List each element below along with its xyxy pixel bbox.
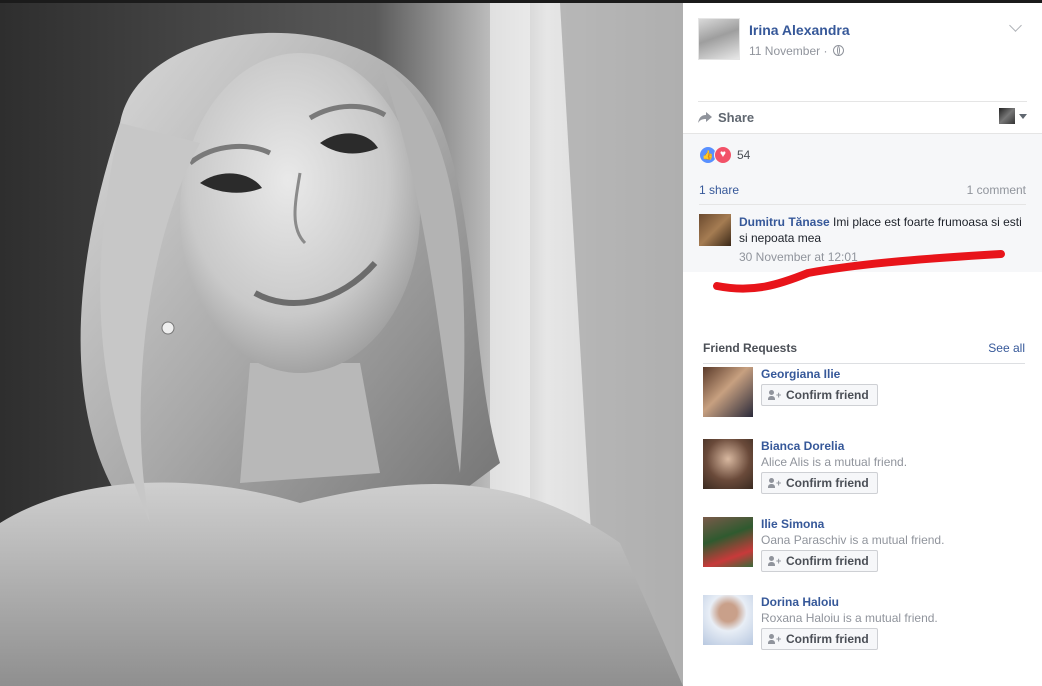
comment-author-name[interactable]: Dumitru Tănase <box>739 215 830 229</box>
share-button[interactable]: Share <box>698 110 754 125</box>
confirm-friend-label: Confirm friend <box>786 554 869 568</box>
add-friend-icon: + <box>768 633 782 645</box>
friend-request-item: Dorina Haloiu Roxana Haloiu is a mutual … <box>703 595 1025 650</box>
comment-body: Dumitru Tănase Imi place est foarte frum… <box>739 214 1029 246</box>
mutual-friend-text[interactable]: Roxana Haloiu is a mutual friend. <box>761 611 938 625</box>
author-avatar[interactable] <box>698 18 740 60</box>
love-reaction-icon: ♥ <box>714 146 732 164</box>
friend-request-item: Ilie Simona Oana Paraschiv is a mutual f… <box>703 517 1025 572</box>
friend-requests-header: Friend Requests See all <box>703 341 1025 364</box>
add-friend-icon: + <box>768 477 782 489</box>
friend-request-item: Bianca Dorelia Alice Alis is a mutual fr… <box>703 439 1025 494</box>
reactions-summary[interactable]: 👍 ♥ 54 <box>699 146 750 164</box>
friend-request-avatar[interactable] <box>703 367 753 417</box>
comment-timestamp[interactable]: 30 November at 12:01 <box>739 250 858 264</box>
audience-avatar <box>999 108 1015 124</box>
see-all-link[interactable]: See all <box>988 341 1025 355</box>
friend-requests-title: Friend Requests <box>703 341 798 355</box>
reaction-count: 54 <box>737 148 751 162</box>
friend-request-avatar[interactable] <box>703 439 753 489</box>
mutual-friend-text[interactable]: Oana Paraschiv is a mutual friend. <box>761 533 944 547</box>
add-friend-icon: + <box>768 389 782 401</box>
friend-request-name[interactable]: Georgiana Ilie <box>761 367 840 381</box>
caret-down-icon <box>1019 113 1027 119</box>
post-side-panel: Irina Alexandra 11 November · Share 👍 ♥ … <box>683 3 1042 686</box>
friend-request-item: Georgiana Ilie + Confirm friend <box>703 367 1025 419</box>
confirm-friend-label: Confirm friend <box>786 388 869 402</box>
friend-request-name[interactable]: Bianca Dorelia <box>761 439 844 453</box>
share-icon <box>698 111 712 123</box>
post-date[interactable]: 11 November <box>749 44 820 58</box>
mutual-friend-text[interactable]: Alice Alis is a mutual friend. <box>761 455 907 469</box>
chevron-down-icon[interactable] <box>1009 19 1022 32</box>
confirm-friend-button[interactable]: + Confirm friend <box>761 628 878 650</box>
feedback-section: 👍 ♥ 54 1 share 1 comment Dumitru Tănase … <box>683 133 1042 272</box>
confirm-friend-label: Confirm friend <box>786 632 869 646</box>
photo-illustration <box>0 3 683 686</box>
audience-selector[interactable] <box>999 108 1027 124</box>
share-label: Share <box>718 110 755 125</box>
confirm-friend-button[interactable]: + Confirm friend <box>761 472 878 494</box>
post-actions: Share <box>698 101 1027 133</box>
comment-count[interactable]: 1 comment <box>967 183 1026 197</box>
meta-separator: · <box>823 44 828 58</box>
friend-request-avatar[interactable] <box>703 595 753 645</box>
friend-request-avatar[interactable] <box>703 517 753 567</box>
author-name[interactable]: Irina Alexandra <box>749 22 850 38</box>
globe-icon[interactable] <box>832 45 844 56</box>
confirm-friend-button[interactable]: + Confirm friend <box>761 550 878 572</box>
confirm-friend-label: Confirm friend <box>786 476 869 490</box>
add-friend-icon: + <box>768 555 782 567</box>
friend-request-name[interactable]: Dorina Haloiu <box>761 595 839 609</box>
post-photo[interactable] <box>0 3 683 686</box>
friend-request-name[interactable]: Ilie Simona <box>761 517 824 531</box>
share-count[interactable]: 1 share <box>699 183 739 197</box>
post-meta: 11 November · <box>749 44 844 58</box>
feedback-divider <box>699 204 1026 205</box>
confirm-friend-button[interactable]: + Confirm friend <box>761 384 878 406</box>
comment-author-avatar[interactable] <box>699 214 731 246</box>
